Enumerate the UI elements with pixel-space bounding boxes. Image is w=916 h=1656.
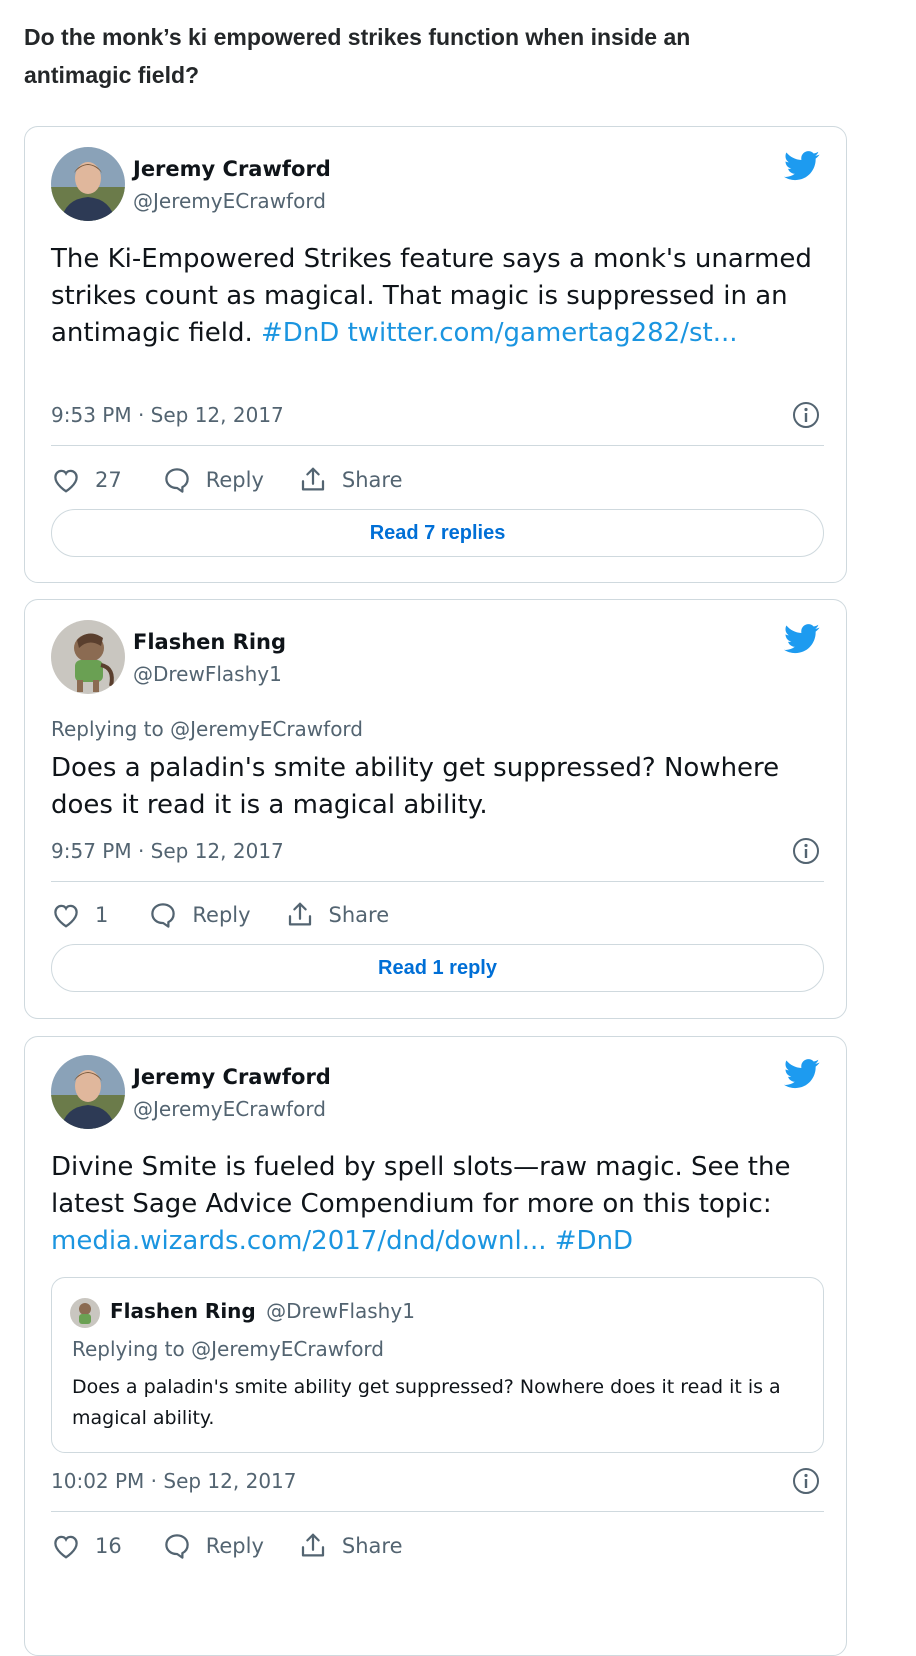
avatar[interactable] [51, 1055, 125, 1129]
action-bar: 1 Reply Share [51, 898, 389, 932]
replying-to[interactable]: Replying to @JeremyECrawford [51, 717, 363, 741]
page-title: Do the monk’s ki empowered strikes funct… [24, 24, 691, 88]
heart-icon [54, 1535, 78, 1559]
tweet-url-link[interactable]: media.wizards.com/2017/dnd/downl... [51, 1226, 547, 1256]
quote-replying-to: Replying to @JeremyECrawford [72, 1337, 385, 1361]
action-bar: 16 Reply Share [51, 1529, 403, 1563]
info-icon[interactable] [792, 837, 820, 865]
tweet-text: The Ki-Empowered Strikes feature says a … [51, 241, 841, 352]
like-count: 1 [95, 903, 109, 927]
timestamp[interactable]: 9:53 PM · Sep 12, 2017 [51, 403, 284, 427]
author-name[interactable]: Jeremy Crawford [133, 157, 331, 181]
like-count: 27 [95, 468, 122, 492]
quoted-tweet[interactable]: Flashen Ring @DrewFlashy1 Replying to @J… [51, 1277, 824, 1453]
reply-label: Reply [205, 468, 264, 492]
share-button[interactable]: Share [298, 1531, 403, 1561]
timestamp[interactable]: 9:57 PM · Sep 12, 2017 [51, 839, 284, 863]
hashtag-link[interactable]: #DnD [555, 1226, 633, 1256]
share-icon [301, 467, 325, 491]
like-button[interactable]: 27 [51, 465, 122, 495]
tweet-card: Jeremy Crawford @JeremyECrawford The Ki-… [24, 126, 847, 583]
reply-bubble-icon [164, 1534, 189, 1559]
share-icon [288, 902, 311, 926]
timestamp[interactable]: 10:02 PM · Sep 12, 2017 [51, 1469, 297, 1493]
share-label: Share [341, 1534, 403, 1558]
reply-button[interactable]: Reply [162, 1531, 264, 1561]
divider [51, 881, 824, 882]
reply-label: Reply [205, 1534, 264, 1558]
tweet-card: Jeremy Crawford @JeremyECrawford Divine … [24, 1036, 847, 1656]
twitter-bird-icon[interactable] [784, 624, 820, 654]
twitter-bird-icon[interactable] [784, 151, 820, 181]
reply-button[interactable]: Reply [148, 900, 251, 930]
share-button[interactable]: Share [285, 900, 390, 930]
author-handle[interactable]: @JeremyECrawford [133, 189, 326, 213]
divider [51, 1511, 824, 1512]
tweet-text: Divine Smite is fueled by spell slots—ra… [51, 1149, 841, 1260]
divider [51, 445, 824, 446]
quote-header: Flashen Ring @DrewFlashy1 [110, 1299, 415, 1323]
quote-text: Does a paladin's smite ability get suppr… [72, 1376, 781, 1429]
quote-author-name: Flashen Ring [110, 1299, 256, 1323]
tweet-text-body: Divine Smite is fueled by spell slots—ra… [51, 1152, 791, 1219]
reply-bubble-icon [151, 903, 176, 928]
reply-label: Reply [192, 903, 251, 927]
share-icon [301, 1533, 325, 1557]
avatar[interactable] [51, 147, 125, 221]
reply-bubble-icon [164, 468, 189, 493]
info-icon[interactable] [792, 401, 820, 429]
author-name[interactable]: Flashen Ring [133, 630, 286, 654]
read-replies-button[interactable]: Read 7 replies [51, 509, 824, 557]
author-handle[interactable]: @DrewFlashy1 [133, 662, 282, 686]
twitter-bird-icon[interactable] [784, 1059, 820, 1089]
avatar[interactable] [51, 620, 125, 694]
tweet-card: Flashen Ring @DrewFlashy1 Replying to @J… [24, 599, 847, 1019]
quote-author-handle: @DrewFlashy1 [266, 1299, 415, 1323]
author-handle[interactable]: @JeremyECrawford [133, 1097, 326, 1121]
quote-avatar [70, 1298, 100, 1328]
info-icon[interactable] [792, 1467, 820, 1495]
heart-icon [54, 904, 78, 928]
tweet-url-link[interactable]: twitter.com/gamertag282/st... [348, 318, 738, 348]
read-replies-button[interactable]: Read 1 reply [51, 944, 824, 992]
share-label: Share [341, 468, 403, 492]
tweet-text: Does a paladin's smite ability get suppr… [51, 753, 780, 820]
heart-icon [54, 469, 78, 493]
hashtag-link[interactable]: #DnD [261, 318, 339, 348]
share-button[interactable]: Share [298, 465, 403, 495]
reply-button[interactable]: Reply [162, 465, 264, 495]
share-label: Share [328, 903, 390, 927]
like-button[interactable]: 1 [51, 900, 108, 930]
like-count: 16 [95, 1534, 122, 1558]
like-button[interactable]: 16 [51, 1531, 122, 1561]
author-name[interactable]: Jeremy Crawford [133, 1065, 331, 1089]
action-bar: 27 Reply Share [51, 463, 403, 497]
